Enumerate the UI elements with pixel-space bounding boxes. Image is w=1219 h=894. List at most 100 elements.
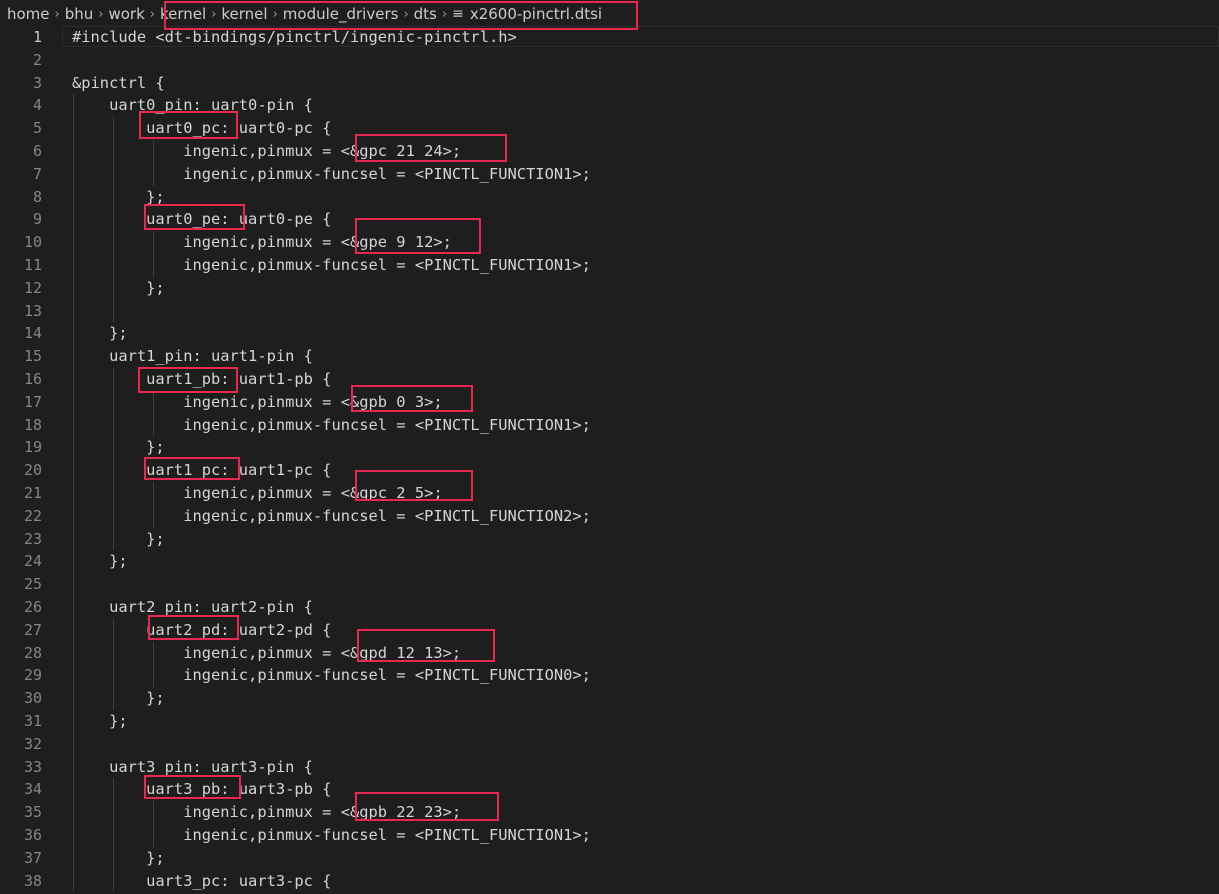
indent-guide: [113, 778, 114, 893]
code-text[interactable]: ingenic,pinmux-funcsel = <PINCTL_FUNCTIO…: [72, 824, 591, 847]
code-line[interactable]: 4 uart0_pin: uart0-pin {: [0, 94, 1219, 117]
code-text[interactable]: uart1_pb: uart1-pb {: [72, 368, 331, 391]
code-text[interactable]: };: [72, 436, 165, 459]
code-text[interactable]: uart1_pc: uart1-pc {: [72, 459, 331, 482]
chevron-right-icon: ›: [98, 6, 104, 22]
code-text[interactable]: &pinctrl {: [72, 72, 165, 95]
code-text[interactable]: };: [72, 277, 165, 300]
code-text[interactable]: ingenic,pinmux = <&gpe 9 12>;: [72, 231, 452, 254]
code-text[interactable]: uart1_pin: uart1-pin {: [72, 345, 313, 368]
code-text[interactable]: ingenic,pinmux-funcsel = <PINCTL_FUNCTIO…: [72, 664, 591, 687]
breadcrumb-item-4[interactable]: kernel: [221, 5, 267, 23]
code-line[interactable]: 23 };: [0, 528, 1219, 551]
indent-guide: [113, 117, 114, 323]
breadcrumb: home › bhu › work › kernel › kernel › module_drive…: [0, 0, 1219, 28]
code-editor[interactable]: 1 #include <dt-bindings/pinctrl/ingenic-p…: [0, 26, 1219, 894]
code-line[interactable]: 31 };: [0, 710, 1219, 733]
code-line[interactable]: 25: [0, 573, 1219, 596]
code-line[interactable]: 6 ingenic,pinmux = <&gpc 21 24>;: [0, 140, 1219, 163]
code-text[interactable]: };: [72, 710, 128, 733]
code-line[interactable]: 14 };: [0, 322, 1219, 345]
line-number: 26: [23, 598, 42, 616]
code-text[interactable]: };: [72, 847, 165, 870]
code-text[interactable]: uart3_pin: uart3-pin {: [72, 756, 313, 779]
code-line[interactable]: 12 };: [0, 277, 1219, 300]
code-line[interactable]: 19 };: [0, 436, 1219, 459]
line-number: 34: [23, 780, 42, 799]
code-line[interactable]: 8 };: [0, 186, 1219, 209]
code-text[interactable]: uart0_pin: uart0-pin {: [72, 94, 313, 117]
line-number: 32: [23, 734, 42, 753]
code-line[interactable]: 5 uart0_pc: uart0-pc {: [0, 117, 1219, 140]
line-number: 2: [32, 50, 42, 69]
code-line[interactable]: 22 ingenic,pinmux-funcsel = <PINCTL_FUNC…: [0, 505, 1219, 528]
line-number: 15: [23, 347, 42, 366]
code-line[interactable]: 32: [0, 733, 1219, 756]
code-line[interactable]: 2: [0, 49, 1219, 72]
code-text[interactable]: uart0_pc: uart0-pc {: [72, 117, 331, 140]
code-text[interactable]: ingenic,pinmux-funcsel = <PINCTL_FUNCTIO…: [72, 505, 591, 528]
code-text[interactable]: uart2_pd: uart2-pd {: [72, 619, 331, 642]
code-line[interactable]: 7 ingenic,pinmux-funcsel = <PINCTL_FUNCT…: [0, 163, 1219, 186]
breadcrumb-item-5[interactable]: module_drivers: [283, 5, 399, 23]
code-line[interactable]: 9 uart0_pe: uart0-pe {: [0, 208, 1219, 231]
code-text[interactable]: ingenic,pinmux = <&gpd 12 13>;: [72, 642, 461, 665]
code-line[interactable]: 33 uart3_pin: uart3-pin {: [0, 756, 1219, 779]
code-line[interactable]: 28 ingenic,pinmux = <&gpd 12 13>;: [0, 642, 1219, 665]
chevron-right-icon: ›: [54, 6, 60, 22]
breadcrumb-item-2[interactable]: work: [108, 5, 144, 23]
code-line[interactable]: 20 uart1_pc: uart1-pc {: [0, 459, 1219, 482]
indent-guide: [113, 368, 114, 551]
code-text[interactable]: ingenic,pinmux-funcsel = <PINCTL_FUNCTIO…: [72, 414, 591, 437]
breadcrumb-item-1[interactable]: bhu: [65, 5, 94, 23]
code-line[interactable]: 34 uart3_pb: uart3-pb {: [0, 778, 1219, 801]
code-line[interactable]: 21 ingenic,pinmux = <&gpc 2 5>;: [0, 482, 1219, 505]
code-text[interactable]: ingenic,pinmux-funcsel = <PINCTL_FUNCTIO…: [72, 254, 591, 277]
code-line[interactable]: 36 ingenic,pinmux-funcsel = <PINCTL_FUNC…: [0, 824, 1219, 847]
code-text[interactable]: ingenic,pinmux = <&gpc 21 24>;: [72, 140, 461, 163]
code-line[interactable]: 38 uart3_pc: uart3-pc {: [0, 870, 1219, 893]
code-text[interactable]: };: [72, 186, 165, 209]
code-line[interactable]: 24 };: [0, 550, 1219, 573]
line-number: 22: [23, 506, 42, 525]
code-line[interactable]: 11 ingenic,pinmux-funcsel = <PINCTL_FUNC…: [0, 254, 1219, 277]
code-line[interactable]: 18 ingenic,pinmux-funcsel = <PINCTL_FUNC…: [0, 414, 1219, 437]
breadcrumb-item-3[interactable]: kernel: [160, 5, 206, 23]
breadcrumb-item-0[interactable]: home: [7, 5, 50, 23]
code-text[interactable]: };: [72, 687, 165, 710]
code-text[interactable]: uart3_pb: uart3-pb {: [72, 778, 331, 801]
breadcrumb-item-6[interactable]: dts: [414, 5, 437, 23]
code-line[interactable]: 16 uart1_pb: uart1-pb {: [0, 368, 1219, 391]
code-line[interactable]: 15 uart1_pin: uart1-pin {: [0, 345, 1219, 368]
code-text[interactable]: };: [72, 528, 165, 551]
line-number: 11: [23, 256, 42, 274]
code-text[interactable]: ingenic,pinmux = <&gpc 2 5>;: [72, 482, 442, 505]
chevron-right-icon: ›: [211, 6, 217, 22]
code-line[interactable]: 10 ingenic,pinmux = <&gpe 9 12>;: [0, 231, 1219, 254]
breadcrumb-file-name[interactable]: x2600-pinctrl.dtsi: [470, 5, 602, 23]
code-line[interactable]: 17 ingenic,pinmux = <&gpb 0 3>;: [0, 391, 1219, 414]
line-number: 8: [32, 187, 42, 206]
code-text[interactable]: };: [72, 322, 128, 345]
line-number: 21: [23, 484, 42, 502]
code-line[interactable]: 27 uart2_pd: uart2-pd {: [0, 619, 1219, 642]
code-text[interactable]: #include <dt-bindings/pinctrl/ingenic-pi…: [72, 26, 517, 49]
code-line[interactable]: 26 uart2_pin: uart2-pin {: [0, 596, 1219, 619]
code-line[interactable]: 3 &pinctrl {: [0, 72, 1219, 95]
code-text[interactable]: uart0_pe: uart0-pe {: [72, 208, 331, 231]
code-line[interactable]: 37 };: [0, 847, 1219, 870]
code-text[interactable]: uart2_pin: uart2-pin {: [72, 596, 313, 619]
code-line[interactable]: 35 ingenic,pinmux = <&gpb 22 23>;: [0, 801, 1219, 824]
code-text[interactable]: ingenic,pinmux = <&gpb 22 23>;: [72, 801, 461, 824]
code-text[interactable]: ingenic,pinmux = <&gpb 0 3>;: [72, 391, 442, 414]
chevron-right-icon: ›: [272, 6, 278, 22]
code-text[interactable]: uart3_pc: uart3-pc {: [72, 870, 331, 893]
indent-guide: [153, 641, 154, 688]
code-line[interactable]: 1 #include <dt-bindings/pinctrl/ingenic-p…: [0, 26, 1219, 49]
code-text[interactable]: };: [72, 550, 128, 573]
code-line[interactable]: 30 };: [0, 687, 1219, 710]
code-line[interactable]: 29 ingenic,pinmux-funcsel = <PINCTL_FUNC…: [0, 664, 1219, 687]
chevron-right-icon: ›: [149, 6, 155, 22]
code-line[interactable]: 13: [0, 300, 1219, 323]
code-text[interactable]: ingenic,pinmux-funcsel = <PINCTL_FUNCTIO…: [72, 163, 591, 186]
